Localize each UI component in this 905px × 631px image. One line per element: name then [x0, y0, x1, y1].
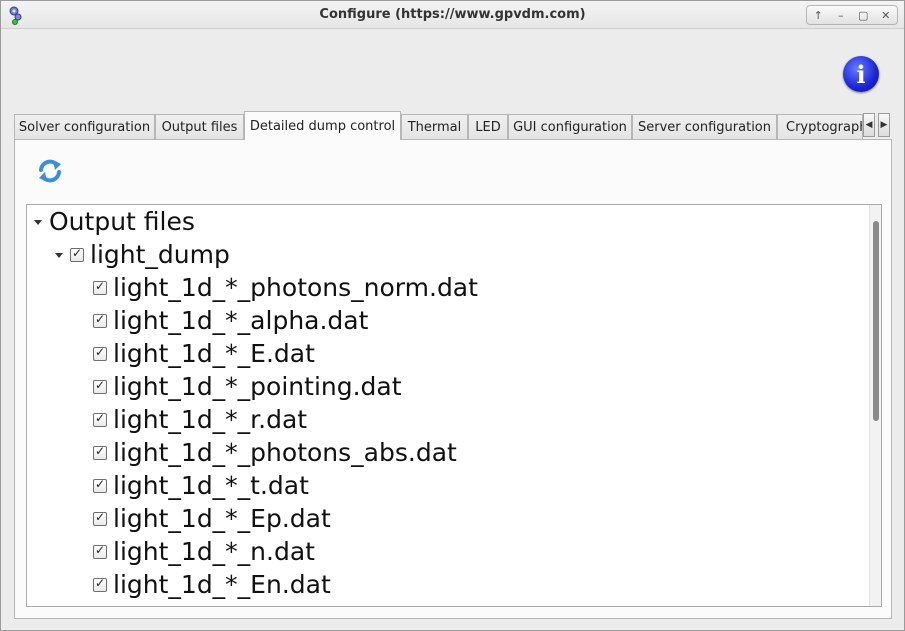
expand-arrow-icon[interactable]: [54, 250, 64, 260]
item-checkbox[interactable]: [93, 576, 107, 592]
tree-item-row[interactable]: light_1d_*_alpha.dat: [93, 304, 368, 337]
tree-item-row[interactable]: light_1d_*_Ep.dat: [93, 502, 331, 535]
tree-group-row[interactable]: light_dump: [54, 238, 230, 271]
title-bar[interactable]: Configure (https://www.gpvdm.com) ↑ – ▢ …: [1, 1, 904, 29]
tree-item-row[interactable]: light_1d_*_E.dat: [93, 337, 315, 370]
tab-gui-configuration[interactable]: GUI configuration: [508, 114, 632, 140]
refresh-icon[interactable]: [36, 157, 64, 185]
tab-output-files[interactable]: Output files: [155, 114, 244, 140]
tab-bar: Solver configuration Output files Detail…: [14, 111, 892, 140]
tab-server-configuration[interactable]: Server configuration: [632, 114, 777, 140]
window-title: Configure (https://www.gpvdm.com): [319, 7, 586, 22]
tree-item-label: light_1d_*_Ep.dat: [113, 504, 331, 533]
maximize-button[interactable]: ▢: [852, 6, 875, 24]
tree-item-label: light_1d_*_photons_norm.dat: [113, 273, 478, 302]
window-controls: ↑ – ▢ ✕: [806, 5, 898, 25]
item-checkbox[interactable]: [93, 279, 107, 295]
info-icon[interactable]: i: [843, 56, 879, 92]
tree-item-row[interactable]: light_1d_*_n.dat: [93, 535, 315, 568]
tree-item-row[interactable]: light_1d_*_photons_abs.dat: [93, 436, 457, 469]
item-checkbox[interactable]: [93, 411, 107, 427]
tree-item-label: light_1d_*_E.dat: [113, 339, 315, 368]
tree-group-label: light_dump: [90, 240, 230, 269]
item-checkbox[interactable]: [93, 345, 107, 361]
tree-item-row[interactable]: light_1d_*_t.dat: [93, 469, 309, 502]
detailed-dump-panel: Output files light_dump light_1d_*_photo…: [14, 139, 892, 619]
item-checkbox[interactable]: [93, 477, 107, 493]
tab-scroll-right-button[interactable]: ▶: [878, 113, 890, 137]
tree-scrollbar[interactable]: [869, 205, 881, 606]
tab-detailed-dump-control[interactable]: Detailed dump control: [244, 111, 401, 140]
item-checkbox[interactable]: [93, 312, 107, 328]
keep-above-button[interactable]: ↑: [807, 6, 830, 24]
item-checkbox[interactable]: [93, 543, 107, 559]
tab-led[interactable]: LED: [468, 114, 508, 140]
item-checkbox[interactable]: [93, 378, 107, 394]
minimize-button[interactable]: –: [830, 6, 853, 24]
tab-scroll-left-button[interactable]: ◀: [863, 113, 875, 137]
close-button[interactable]: ✕: [875, 6, 898, 24]
configure-window: Configure (https://www.gpvdm.com) ↑ – ▢ …: [0, 0, 905, 631]
tree-scrollbar-thumb[interactable]: [873, 221, 879, 421]
output-files-tree[interactable]: Output files light_dump light_1d_*_photo…: [26, 204, 882, 607]
tree-item-label: light_1d_*_photons_abs.dat: [113, 438, 457, 467]
tree-item-row[interactable]: light_1d_*_photons_norm.dat: [93, 271, 478, 304]
tree-item-label: light_1d_*_pointing.dat: [113, 372, 402, 401]
tree-item-label: light_1d_*_En.dat: [113, 570, 331, 599]
tab-solver-configuration[interactable]: Solver configuration: [14, 114, 155, 140]
tree-item-label: light_1d_*_n.dat: [113, 537, 315, 566]
tab-thermal[interactable]: Thermal: [401, 114, 468, 140]
expand-arrow-icon[interactable]: [33, 217, 43, 227]
item-checkbox[interactable]: [93, 510, 107, 526]
tab-cryptography[interactable]: Cryptograph: [777, 114, 863, 140]
tree-item-row[interactable]: light_1d_*_pointing.dat: [93, 370, 402, 403]
group-checkbox[interactable]: [70, 246, 84, 262]
tree-item-row[interactable]: light_1d_*_En.dat: [93, 568, 331, 601]
item-checkbox[interactable]: [93, 444, 107, 460]
tree-root-row[interactable]: Output files: [33, 205, 195, 238]
tree-item-row[interactable]: light_1d_*_r.dat: [93, 403, 307, 436]
tree-item-label: light_1d_*_t.dat: [113, 471, 309, 500]
tree-item-label: light_1d_*_alpha.dat: [113, 306, 369, 335]
tree-root-label: Output files: [49, 207, 195, 236]
tree-item-label: light_1d_*_r.dat: [113, 405, 308, 434]
